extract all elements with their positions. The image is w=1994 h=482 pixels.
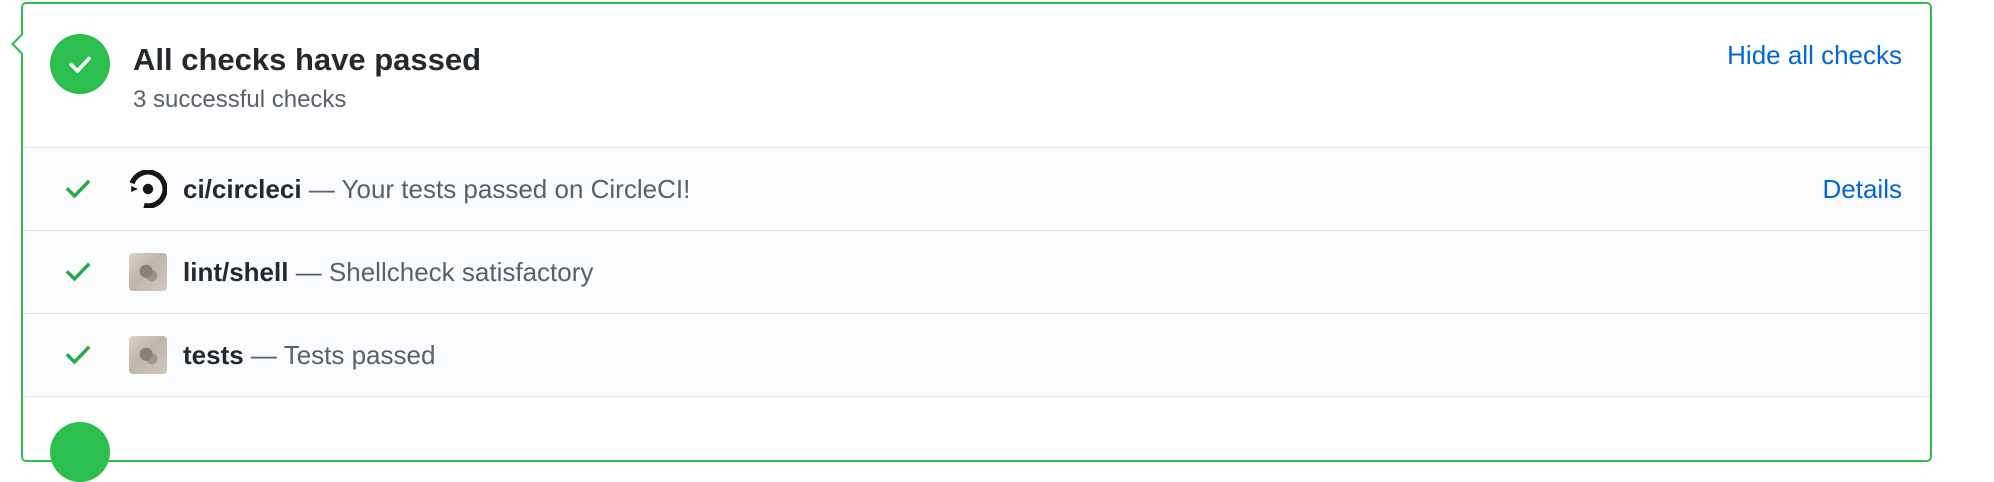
check-description: Shellcheck satisfactory xyxy=(328,257,594,287)
check-row-circleci: ci/circleci — Your tests passed on Circl… xyxy=(23,148,1930,231)
user-avatar-photo xyxy=(129,336,167,374)
check-row-tests: tests — Tests passed xyxy=(23,314,1930,397)
check-description: Tests passed xyxy=(283,340,436,370)
check-row-lint-shell: lint/shell — Shellcheck satisfactory xyxy=(23,231,1930,314)
check-separator: — xyxy=(243,340,284,370)
checks-title: All checks have passed xyxy=(133,42,482,77)
check-icon xyxy=(65,179,91,199)
check-icon xyxy=(65,345,91,365)
details-link[interactable]: Details xyxy=(1823,174,1902,205)
check-text: tests — Tests passed xyxy=(183,340,435,371)
check-icon xyxy=(65,262,91,282)
hide-all-checks-link[interactable]: Hide all checks xyxy=(1727,40,1902,71)
checks-summary-header: All checks have passed 3 successful chec… xyxy=(23,4,1930,148)
check-separator: — xyxy=(288,257,329,287)
check-separator: — xyxy=(301,174,342,204)
check-text: ci/circleci — Your tests passed on Circl… xyxy=(183,174,690,205)
circleci-logo-icon xyxy=(129,170,167,208)
checks-subtitle: 3 successful checks xyxy=(133,86,347,113)
check-description: Your tests passed on CircleCI! xyxy=(341,174,691,204)
check-text: lint/shell — Shellcheck satisfactory xyxy=(183,257,593,288)
success-status-icon xyxy=(50,34,110,94)
check-name: tests xyxy=(183,340,244,370)
check-name: lint/shell xyxy=(183,257,289,287)
check-name: ci/circleci xyxy=(183,174,302,204)
box-pointer xyxy=(11,32,24,56)
merge-status-box: All checks have passed 3 successful chec… xyxy=(11,2,1932,482)
checks-list: ci/circleci — Your tests passed on Circl… xyxy=(23,148,1930,397)
user-avatar-photo xyxy=(129,253,167,291)
checkmark-icon xyxy=(69,56,91,73)
next-status-icon xyxy=(50,422,110,482)
